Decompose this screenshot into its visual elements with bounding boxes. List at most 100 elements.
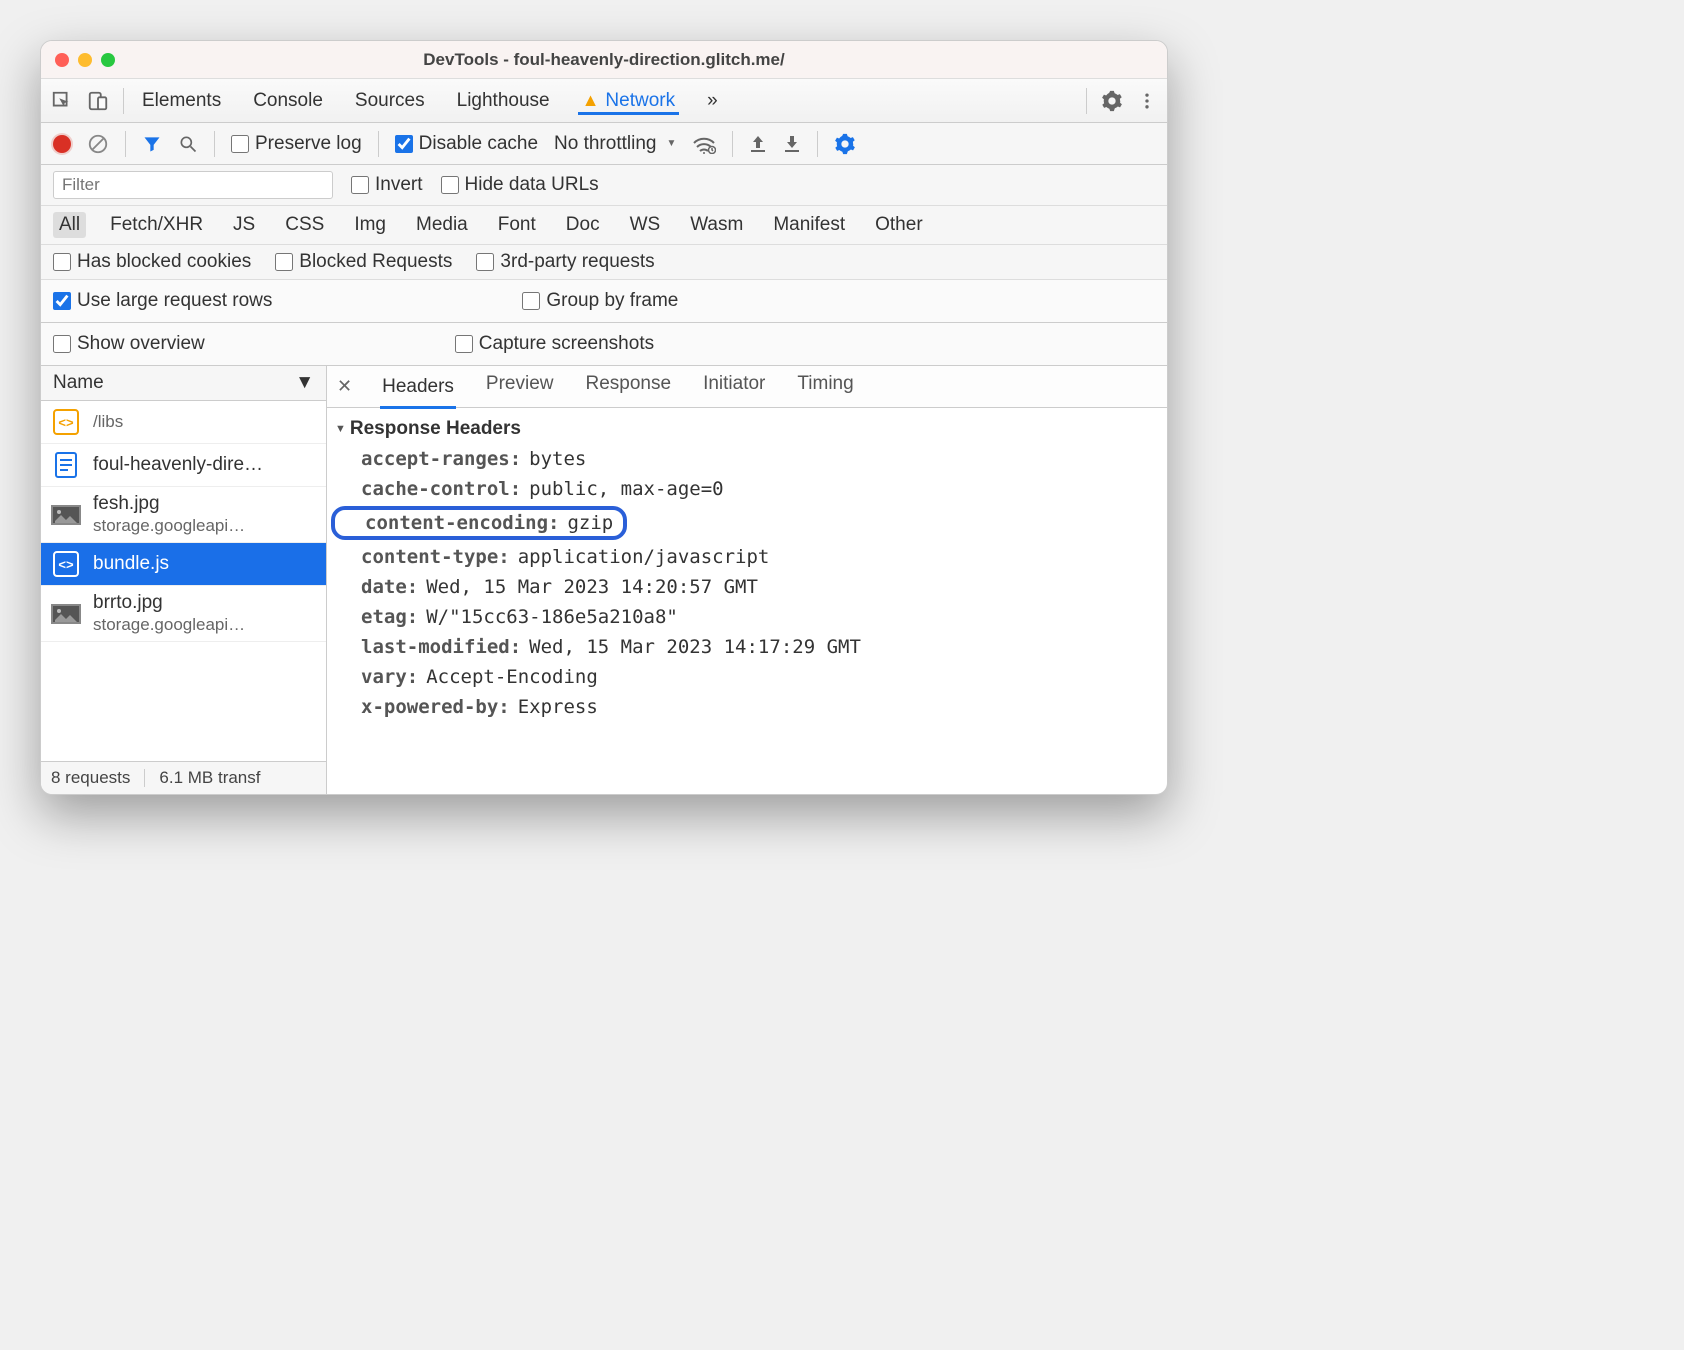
request-domain: /libs	[93, 412, 123, 432]
filter-checks-bar: Has blocked cookies Blocked Requests 3rd…	[41, 245, 1167, 280]
separator	[378, 131, 379, 157]
tab-sources[interactable]: Sources	[351, 87, 429, 115]
request-rows: <>/libsfoul-heavenly-dire…fesh.jpgstorag…	[41, 401, 326, 761]
detail-tab-headers[interactable]: Headers	[380, 366, 456, 409]
more-tabs-button[interactable]: »	[703, 87, 722, 115]
show-overview-checkbox[interactable]: Show overview	[53, 333, 205, 355]
network-toolbar: Preserve log Disable cache No throttling	[41, 123, 1167, 165]
name-header-label: Name	[53, 372, 104, 394]
request-detail: ✕ HeadersPreviewResponseInitiatorTiming …	[327, 366, 1167, 794]
response-header-row: etag: W/"15cc63-186e5a210a8"	[327, 602, 1167, 632]
has-blocked-cookies-checkbox[interactable]: Has blocked cookies	[53, 251, 251, 273]
window-zoom-button[interactable]	[101, 53, 115, 67]
kebab-menu-icon[interactable]	[1137, 90, 1157, 112]
request-domain: storage.googleapi…	[93, 615, 245, 635]
settings-gear-icon[interactable]	[1101, 90, 1123, 112]
tab-lighthouse[interactable]: Lighthouse	[453, 87, 554, 115]
inspect-icon[interactable]	[51, 90, 73, 112]
request-row[interactable]: foul-heavenly-dire…	[41, 444, 326, 487]
large-rows-checkbox[interactable]: Use large request rows	[53, 290, 272, 312]
type-filter-wasm[interactable]: Wasm	[684, 212, 749, 238]
type-filter-other[interactable]: Other	[869, 212, 929, 238]
filter-input[interactable]	[53, 171, 333, 199]
preserve-log-checkbox[interactable]: Preserve log	[231, 133, 362, 155]
request-row[interactable]: <>/libs	[41, 401, 326, 444]
type-filter-ws[interactable]: WS	[624, 212, 667, 238]
capture-ss-label: Capture screenshots	[479, 333, 654, 355]
has-blocked-label: Has blocked cookies	[77, 251, 251, 273]
throttling-select[interactable]: No throttling	[554, 133, 676, 155]
search-icon[interactable]	[178, 134, 198, 154]
request-name: bundle.js	[93, 553, 169, 576]
header-value: Wed, 15 Mar 2023 14:20:57 GMT	[426, 576, 758, 598]
detail-tab-timing[interactable]: Timing	[795, 366, 855, 409]
file-type-icon	[51, 599, 81, 629]
record-button[interactable]	[53, 135, 71, 153]
group-by-frame-checkbox[interactable]: Group by frame	[522, 290, 678, 312]
traffic-lights	[55, 53, 115, 67]
header-key: etag:	[361, 606, 418, 628]
tab-elements[interactable]: Elements	[138, 87, 225, 115]
request-row[interactable]: brrto.jpgstorage.googleapi…	[41, 586, 326, 642]
type-filter-js[interactable]: JS	[227, 212, 261, 238]
disable-cache-checkbox[interactable]: Disable cache	[395, 133, 538, 155]
type-filter-font[interactable]: Font	[492, 212, 542, 238]
network-conditions-icon[interactable]	[692, 134, 716, 154]
header-key: content-type:	[361, 546, 510, 568]
status-requests: 8 requests	[51, 768, 130, 788]
name-column-header[interactable]: Name ▼	[41, 366, 326, 401]
file-type-icon	[51, 450, 81, 480]
header-value: Accept-Encoding	[426, 666, 598, 688]
type-filter-fetch-xhr[interactable]: Fetch/XHR	[104, 212, 209, 238]
separator	[125, 131, 126, 157]
header-key: accept-ranges:	[361, 448, 521, 470]
header-key: cache-control:	[361, 478, 521, 500]
type-filter-css[interactable]: CSS	[279, 212, 330, 238]
header-key: last-modified:	[361, 636, 521, 658]
detail-tab-initiator[interactable]: Initiator	[701, 366, 767, 409]
type-filter-all[interactable]: All	[53, 212, 86, 238]
preserve-log-label: Preserve log	[255, 133, 362, 155]
large-rows-label: Use large request rows	[77, 290, 272, 312]
capture-screenshots-checkbox[interactable]: Capture screenshots	[455, 333, 654, 355]
sort-icon: ▼	[295, 372, 314, 394]
type-filter-manifest[interactable]: Manifest	[767, 212, 851, 238]
download-har-icon[interactable]	[783, 134, 801, 154]
detail-tabs: ✕ Headers Preview Response Initiator Timing	[327, 366, 1167, 408]
response-header-row: vary: Accept-Encoding	[327, 662, 1167, 692]
device-toggle-icon[interactable]	[87, 90, 109, 112]
hide-data-urls-checkbox[interactable]: Hide data URLs	[441, 174, 599, 196]
header-key: vary:	[361, 666, 418, 688]
blocked-requests-checkbox[interactable]: Blocked Requests	[275, 251, 452, 273]
tab-console[interactable]: Console	[249, 87, 327, 115]
response-header-row: cache-control: public, max-age=0	[327, 474, 1167, 504]
header-key: content-encoding:	[365, 512, 559, 534]
header-value: application/javascript	[518, 546, 770, 568]
type-filter-doc[interactable]: Doc	[560, 212, 606, 238]
window-close-button[interactable]	[55, 53, 69, 67]
detail-tab-preview[interactable]: Preview	[484, 366, 556, 409]
invert-checkbox[interactable]: Invert	[351, 174, 423, 196]
request-domain: storage.googleapi…	[93, 516, 245, 536]
third-party-label: 3rd-party requests	[500, 251, 654, 273]
close-detail-button[interactable]: ✕	[337, 376, 352, 397]
group-frame-label: Group by frame	[546, 290, 678, 312]
response-header-row: x-powered-by: Express	[327, 692, 1167, 722]
request-row[interactable]: fesh.jpgstorage.googleapi…	[41, 487, 326, 543]
header-value: Wed, 15 Mar 2023 14:17:29 GMT	[529, 636, 861, 658]
filter-funnel-icon[interactable]	[142, 134, 162, 154]
upload-har-icon[interactable]	[749, 134, 767, 154]
window-minimize-button[interactable]	[78, 53, 92, 67]
response-headers-section[interactable]: Response Headers	[327, 414, 1167, 444]
tab-network[interactable]: ▲ Network	[578, 87, 680, 115]
request-row[interactable]: <>bundle.js	[41, 543, 326, 586]
clear-icon[interactable]	[87, 133, 109, 155]
status-bar: 8 requests 6.1 MB transf	[41, 761, 326, 794]
detail-tab-response[interactable]: Response	[584, 366, 674, 409]
type-filter-img[interactable]: Img	[348, 212, 392, 238]
third-party-checkbox[interactable]: 3rd-party requests	[476, 251, 654, 273]
type-filter-media[interactable]: Media	[410, 212, 474, 238]
invert-label: Invert	[375, 174, 423, 196]
network-settings-icon[interactable]	[834, 133, 856, 155]
response-header-row: content-type: application/javascript	[327, 542, 1167, 572]
